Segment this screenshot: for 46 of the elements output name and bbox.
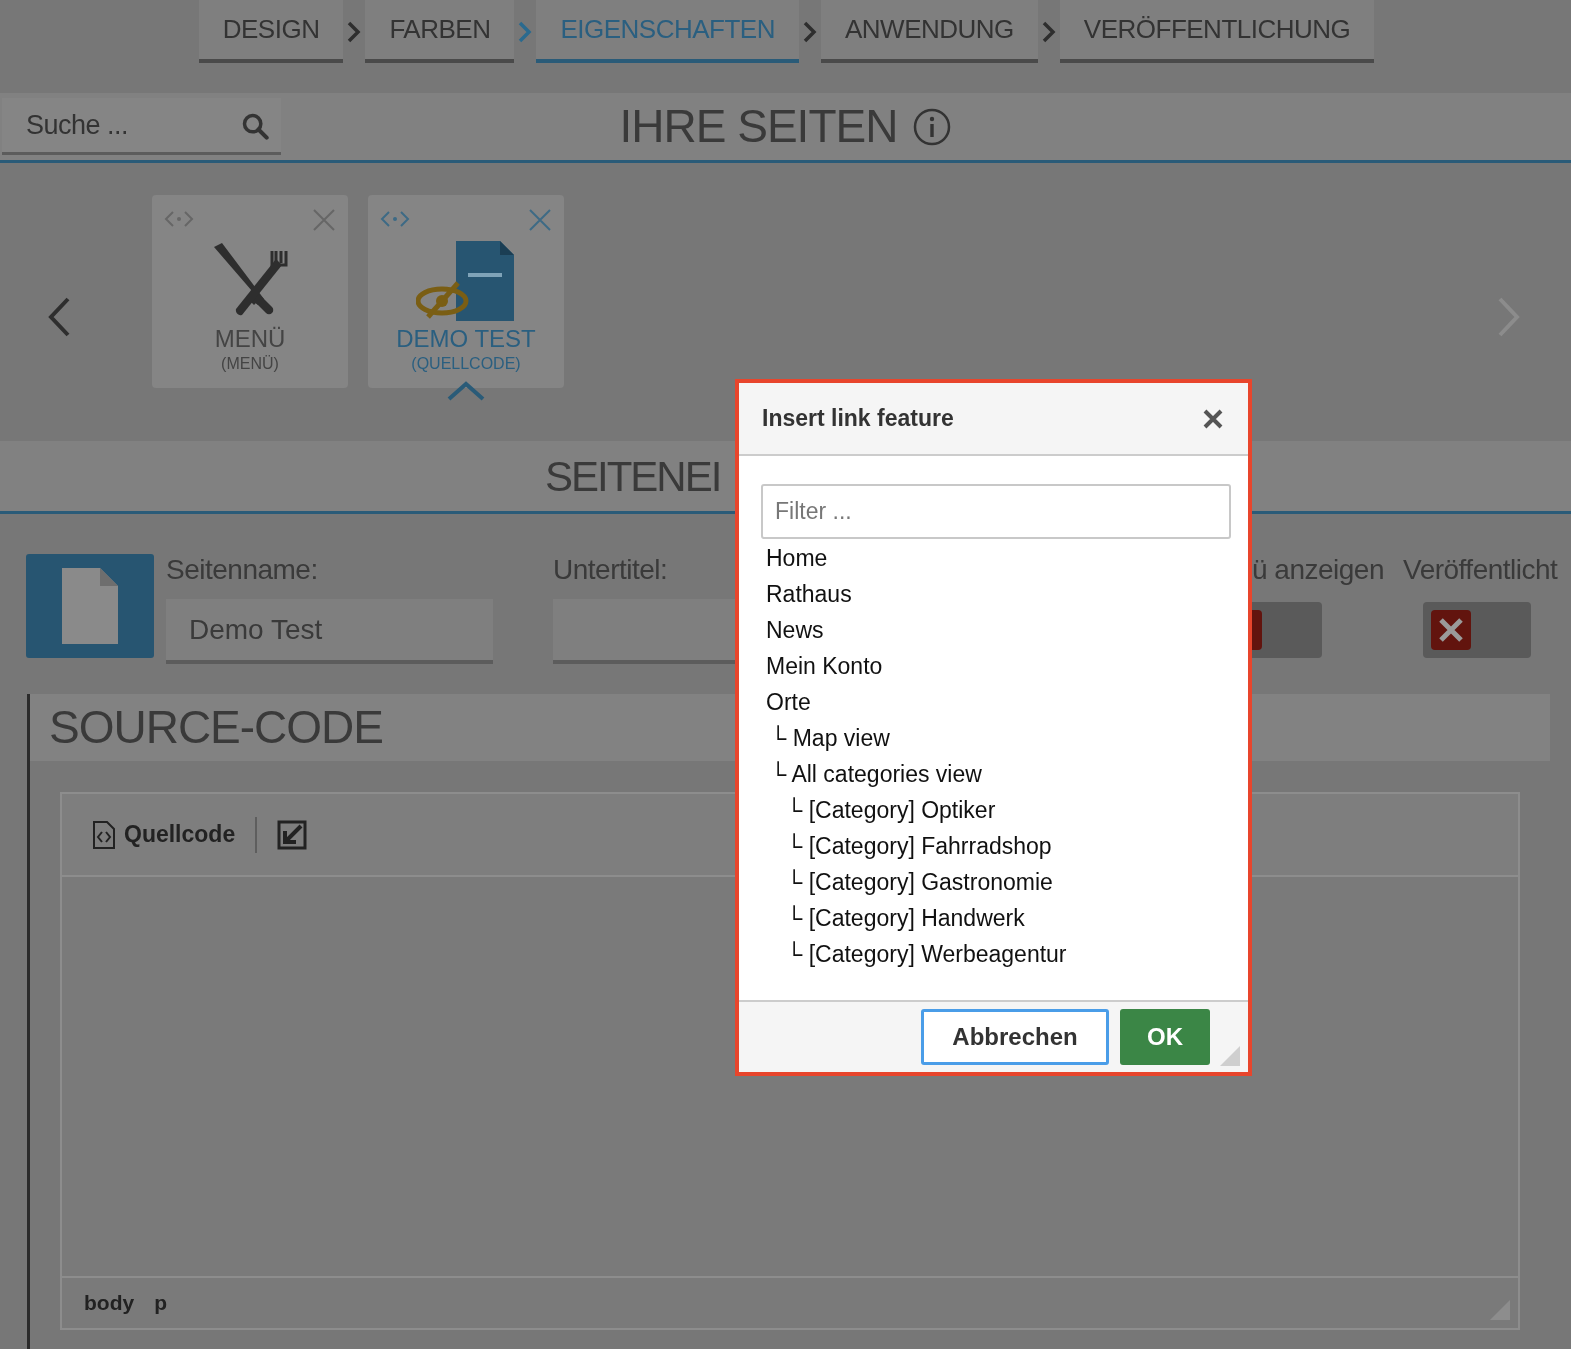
search-icon xyxy=(241,112,269,140)
section-title: SEITENEI xyxy=(545,451,721,502)
page-type: (MENÜ) xyxy=(221,354,279,374)
link-target-item[interactable]: └ Map view xyxy=(766,720,1226,756)
selected-caret-icon xyxy=(446,381,486,401)
link-target-item[interactable]: └ [Category] Handwerk xyxy=(766,900,1226,936)
link-target-item[interactable]: └ [Category] Fahrradshop xyxy=(766,828,1226,864)
link-target-item[interactable]: Rathaus xyxy=(766,576,1226,612)
toggle-label: Veröffentlicht xyxy=(1403,553,1558,587)
filter-field[interactable]: Filter ... xyxy=(761,484,1231,539)
toggle-switch[interactable] xyxy=(1423,602,1531,658)
link-target-item[interactable]: └ [Category] Werbeagentur xyxy=(766,936,1226,972)
close-icon[interactable] xyxy=(1202,407,1224,430)
chevron-icon xyxy=(347,20,362,43)
search-field[interactable]: Suche ... xyxy=(2,98,281,155)
code-file-icon xyxy=(92,819,116,850)
info-icon[interactable] xyxy=(913,107,952,146)
chevron-icon xyxy=(518,20,533,43)
resize-window-icon[interactable] xyxy=(277,819,308,850)
page-title: DEMO TEST xyxy=(396,325,536,353)
link-target-item[interactable]: └ All categories view xyxy=(766,756,1226,792)
field-label: Seitenname: xyxy=(166,553,318,587)
chevron-icon xyxy=(1041,20,1056,43)
resize-grip-icon[interactable] xyxy=(1220,1046,1240,1066)
field-label: Untertitel: xyxy=(553,553,668,587)
dialog-title: Insert link feature xyxy=(762,404,954,434)
link-target-item[interactable]: Mein Konto xyxy=(766,648,1226,684)
link-target-item[interactable]: └ [Category] Gastronomie xyxy=(766,864,1226,900)
hidden-html-file-icon xyxy=(416,239,516,323)
ok-button[interactable]: OK xyxy=(1120,1009,1210,1065)
link-target-item[interactable]: News xyxy=(766,612,1226,648)
cancel-button[interactable]: Abbrechen xyxy=(921,1009,1109,1065)
source-code-button[interactable]: Quellcode xyxy=(92,817,236,852)
page-title: MENÜ xyxy=(214,325,286,353)
element-path-item[interactable]: p xyxy=(154,1287,167,1319)
cross-icon xyxy=(1431,610,1471,650)
link-target-item[interactable]: └ [Category] Optiker xyxy=(766,792,1226,828)
section-title: IHRE SEITEN xyxy=(619,99,898,154)
toggle-label: ü anzeigen xyxy=(1252,553,1384,587)
element-path-item[interactable]: body xyxy=(84,1287,135,1319)
html-file-icon xyxy=(60,566,120,646)
chevron-icon xyxy=(802,20,817,43)
page-type: (QUELLCODE) xyxy=(411,354,521,374)
section-title: SOURCE-CODE xyxy=(49,700,384,755)
link-target-item[interactable]: Orte xyxy=(766,684,1226,720)
link-target-item[interactable]: Home xyxy=(766,540,1226,576)
